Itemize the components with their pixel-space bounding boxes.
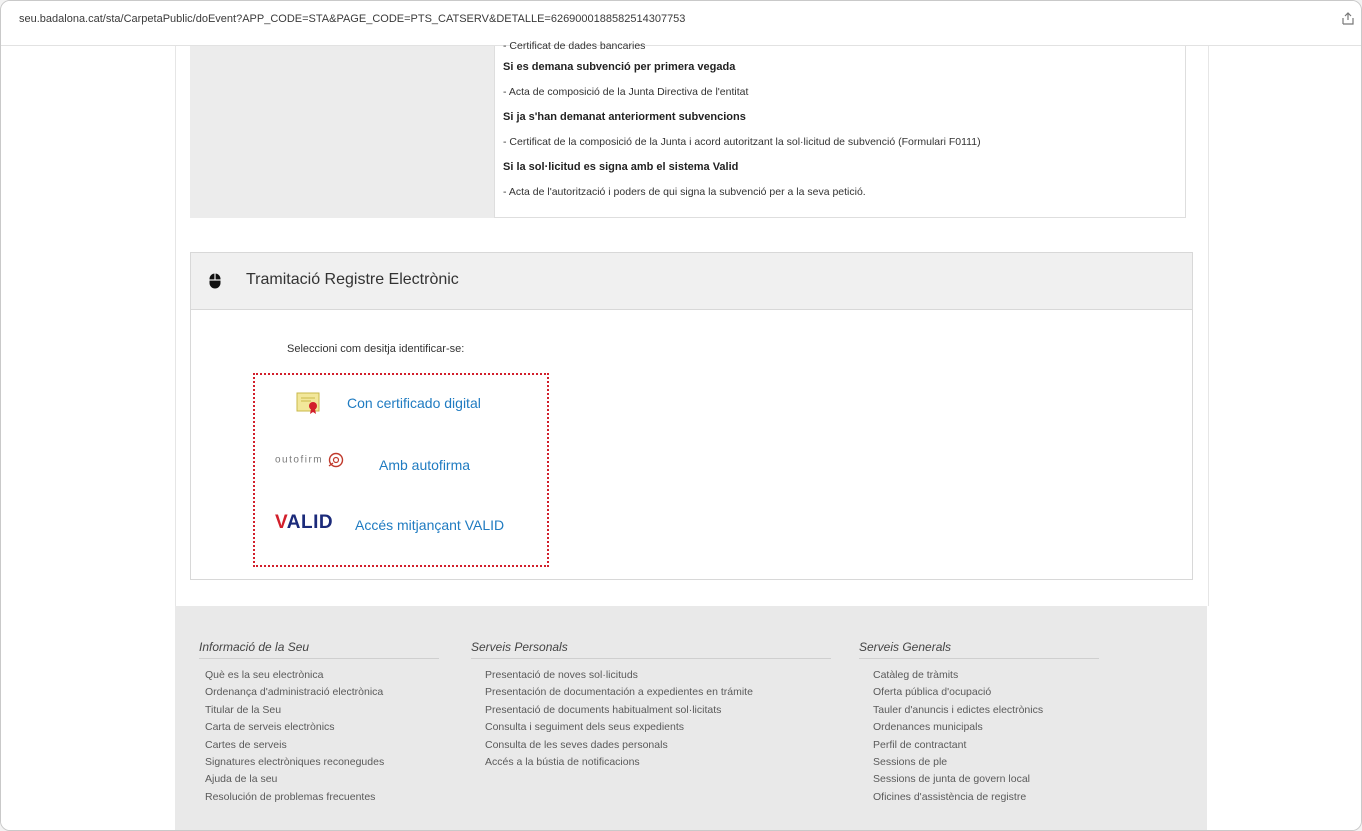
address-bar[interactable]: seu.badalona.cat/sta/CarpetaPublic/doEve… [1,1,1361,46]
footer-heading: Informació de la Seu [199,640,439,659]
autofirma-logo-text: outofirm [275,454,324,466]
footer-link[interactable]: Resolución de problemas frecuentes [205,789,439,806]
footer-link[interactable]: Signatures electròniques reconegudes [205,754,439,771]
main-content: - Certificat de dades bancaries Si es de… [175,40,1209,606]
footer: Informació de la Seu Què es la seu elect… [175,606,1207,830]
footer-link[interactable]: Consulta de les seves dades personals [485,737,831,754]
footer-heading: Serveis Generals [859,640,1099,659]
footer-link[interactable]: Titular de la Seu [205,702,439,719]
requirement-line: - Acta de composició de la Junta Directi… [503,86,749,98]
requirements-list: - Certificat de dades bancaries Si es de… [494,40,1186,218]
footer-column-personal: Serveis Personals Presentació de noves s… [471,640,831,771]
mouse-icon [209,273,221,289]
footer-link[interactable]: Catàleg de tràmits [873,667,1099,684]
browser-window: seu.badalona.cat/sta/CarpetaPublic/doEve… [0,0,1362,831]
footer-links: Presentació de noves sol·licituds Presen… [471,667,831,771]
requirement-heading: Si es demana subvenció per primera vegad… [503,61,736,73]
valid-login-label[interactable]: Accés mitjançant VALID [355,517,504,533]
footer-link[interactable]: Oferta pública d'ocupació [873,684,1099,701]
certificate-login-label[interactable]: Con certificado digital [347,395,481,411]
panel-header: Tramitació Registre Electrònic [191,253,1192,310]
autofirma-login-label[interactable]: Amb autofirma [379,457,470,473]
footer-link[interactable]: Ajuda de la seu [205,771,439,788]
certificate-icon[interactable] [296,391,322,415]
footer-link[interactable]: Ordenances municipals [873,719,1099,736]
footer-link[interactable]: Presentació de noves sol·licituds [485,667,831,684]
footer-link[interactable]: Presentación de documentación a expedien… [485,684,831,701]
footer-link[interactable]: Ordenança d'administració electrònica [205,684,439,701]
requirement-heading: Si ja s'han demanat anteriorment subvenc… [503,111,746,123]
valid-logo-text: ALID [286,512,334,533]
footer-link[interactable]: Cartes de serveis [205,737,439,754]
requirements-label-cell [190,46,495,218]
identify-prompt: Seleccioni com desitja identificar-se: [287,343,465,355]
share-icon[interactable] [1341,12,1355,26]
footer-link[interactable]: Sessions de ple [873,754,1099,771]
footer-heading: Serveis Personals [471,640,831,659]
requirement-line: - Acta de l'autorització i poders de qui… [503,186,866,198]
identification-options: Con certificado digital outofirm Amb aut… [253,373,549,567]
footer-link[interactable]: Tauler d'anuncis i edictes electrònics [873,702,1099,719]
requirement-line: - Certificat de la composició de la Junt… [503,136,981,148]
panel-title: Tramitació Registre Electrònic [246,271,459,288]
footer-links: Catàleg de tràmits Oferta pública d'ocup… [859,667,1099,806]
valid-logo[interactable]: VALID [275,512,333,534]
autofirma-logo[interactable]: outofirm [275,452,345,468]
page-content: - Certificat de dades bancaries Si es de… [1,40,1361,830]
valid-logo-v: V [275,512,287,533]
footer-link[interactable]: Presentació de documents habitualment so… [485,702,831,719]
footer-link[interactable]: Sessions de junta de govern local [873,771,1099,788]
footer-link[interactable]: Què es la seu electrònica [205,667,439,684]
footer-links: Què es la seu electrònica Ordenança d'ad… [199,667,439,806]
footer-link[interactable]: Perfil de contractant [873,737,1099,754]
footer-column-info: Informació de la Seu Què es la seu elect… [199,640,439,806]
footer-link[interactable]: Carta de serveis electrònics [205,719,439,736]
requirement-line: - Certificat de dades bancaries [503,40,646,52]
footer-link[interactable]: Consulta i seguiment dels seus expedient… [485,719,831,736]
footer-link[interactable]: Oficines d'assistència de registre [873,789,1099,806]
requirement-heading: Si la sol·licitud es signa amb el sistem… [503,161,739,173]
url-text[interactable]: seu.badalona.cat/sta/CarpetaPublic/doEve… [19,13,685,25]
footer-column-general: Serveis Generals Catàleg de tràmits Ofer… [859,640,1099,806]
footer-link[interactable]: Accés a la bústia de notificacions [485,754,831,771]
registre-panel: Tramitació Registre Electrònic Seleccion… [190,252,1193,580]
